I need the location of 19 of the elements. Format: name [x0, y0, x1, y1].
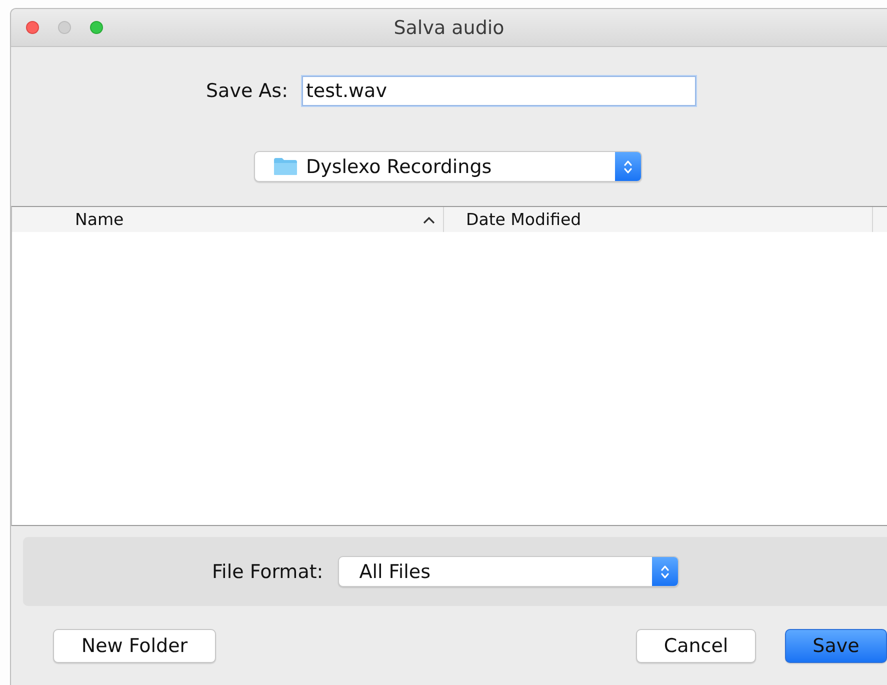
- save-button[interactable]: Save: [785, 629, 887, 663]
- file-format-label: File Format:: [212, 560, 324, 582]
- stepper-icon: [660, 562, 670, 580]
- sort-caret-icon: [423, 216, 435, 224]
- new-folder-button[interactable]: New Folder: [53, 629, 216, 663]
- column-header[interactable]: Name: [12, 207, 444, 232]
- file-format-popup[interactable]: All Files: [338, 556, 680, 587]
- folder-icon: [273, 157, 298, 176]
- location-popup[interactable]: Dyslexo Recordings: [254, 151, 642, 182]
- file-list[interactable]: Name Date Modified: [11, 206, 887, 526]
- window-title: Salva audio: [394, 16, 504, 38]
- minimize-button[interactable]: [58, 21, 71, 34]
- cancel-button[interactable]: Cancel: [636, 629, 756, 663]
- stepper-icon: [623, 158, 633, 176]
- zoom-button[interactable]: [90, 21, 103, 34]
- save-as-label: Save As:: [206, 80, 288, 102]
- column-header[interactable]: Date Modified: [444, 207, 873, 232]
- file-name-field[interactable]: test.wav: [302, 76, 696, 106]
- close-button[interactable]: [26, 21, 39, 34]
